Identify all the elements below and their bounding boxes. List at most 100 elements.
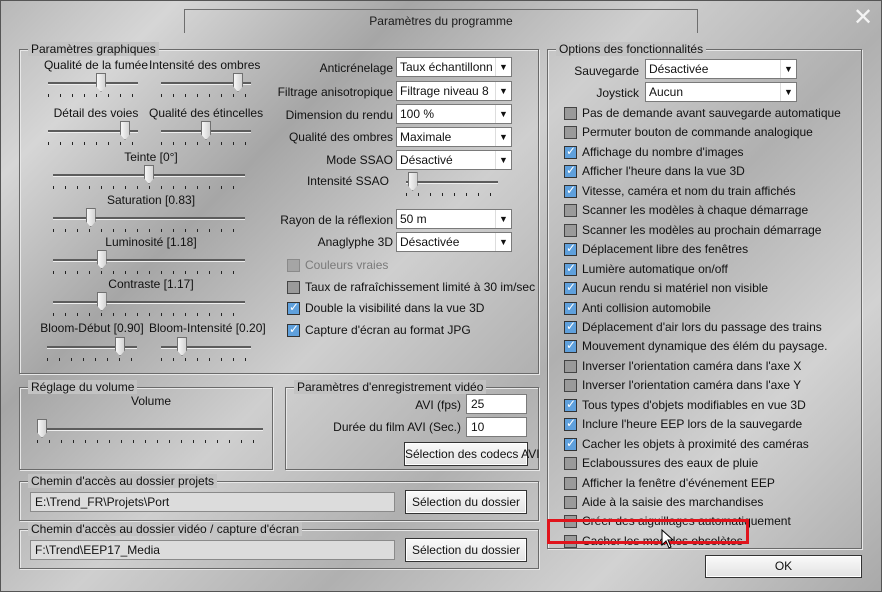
checkbox-label[interactable]: Taux de rafraîchissement limité à 30 im/… xyxy=(305,280,535,294)
save-select[interactable]: Désactivée ▼ xyxy=(645,59,797,79)
checkbox[interactable]: ✓ xyxy=(564,515,577,529)
smoke-quality-slider[interactable] xyxy=(48,73,138,97)
reflection-radius-select[interactable]: 50 m ▼ xyxy=(396,209,512,229)
checkbox-label[interactable]: Cacher les objets à proximité des caméra… xyxy=(582,437,809,451)
shadow-quality-select[interactable]: Maximale ▼ xyxy=(396,127,512,147)
checkbox[interactable]: ✓ xyxy=(564,183,577,198)
checkbox-label[interactable]: Affichage du nombre d'images xyxy=(582,145,744,159)
checkbox-label[interactable]: Double la visibilité dans la vue 3D xyxy=(305,301,484,315)
brightness-slider[interactable] xyxy=(53,250,245,274)
checkbox[interactable]: ✓ xyxy=(564,107,577,120)
bloom-intensity-slider[interactable] xyxy=(161,337,251,361)
video-folder-button[interactable]: Sélection du dossier xyxy=(405,538,527,562)
chevron-down-icon: ▼ xyxy=(495,210,511,228)
antialiasing-select[interactable]: Taux échantillonnage▼ xyxy=(396,57,512,77)
checkbox-label[interactable]: Capture d'écran au format JPG xyxy=(305,323,471,337)
slider-thumb[interactable] xyxy=(37,419,47,438)
checkbox[interactable]: ✓ xyxy=(564,416,577,432)
checkbox-label[interactable]: Scanner les modèles à chaque démarrage xyxy=(582,203,808,217)
checkbox[interactable]: ✓ xyxy=(564,496,577,509)
checkbox[interactable]: ✓ xyxy=(564,359,577,373)
ssao-intensity-slider[interactable] xyxy=(406,172,498,196)
checkbox-label[interactable]: Pas de demande avant sauvegarde automati… xyxy=(582,106,841,120)
ssao-mode-select[interactable]: Désactivé ▼ xyxy=(396,150,512,170)
saturation-slider[interactable] xyxy=(53,208,245,232)
slider-thumb[interactable] xyxy=(120,121,130,140)
checkbox[interactable]: ✓ xyxy=(287,300,300,315)
checkbox[interactable]: ✓ xyxy=(564,280,577,296)
projects-folder-button[interactable]: Sélection du dossier xyxy=(405,490,527,514)
checkbox[interactable]: ✓ xyxy=(564,241,577,257)
slider-thumb[interactable] xyxy=(96,73,106,92)
checkbox[interactable]: ✓ xyxy=(564,126,577,140)
checkbox[interactable]: ✓ xyxy=(564,144,577,159)
shadow-intensity-slider[interactable] xyxy=(161,73,251,97)
slider-thumb[interactable] xyxy=(407,172,418,191)
checkbox-label[interactable]: Inverser l'orientation caméra dans l'axe… xyxy=(582,359,801,373)
checkbox-label[interactable]: Aide à la saisie des marchandises xyxy=(582,495,763,509)
anaglyph-select[interactable]: Désactivée ▼ xyxy=(396,232,512,252)
ok-button[interactable]: OK xyxy=(705,555,862,578)
checkbox[interactable]: ✓ xyxy=(564,204,577,218)
checkbox-label[interactable]: Couleurs vraies xyxy=(305,258,388,272)
slider-thumb[interactable] xyxy=(85,208,96,227)
checkbox[interactable]: ✓ xyxy=(564,319,577,334)
checkbox[interactable]: ✓ xyxy=(564,338,577,354)
bloom-start-slider[interactable] xyxy=(47,337,137,361)
spark-quality-label: Qualité des étincelles xyxy=(149,106,264,120)
checkbox[interactable]: ✓ xyxy=(564,379,577,393)
checkbox-label[interactable]: Afficher l'heure dans la vue 3D xyxy=(582,164,745,178)
slider-thumb[interactable] xyxy=(201,121,211,140)
slider-thumb[interactable] xyxy=(115,337,125,356)
slider-thumb[interactable] xyxy=(96,292,107,311)
checkbox[interactable]: ✓ xyxy=(564,476,577,490)
checkbox[interactable]: ✓ xyxy=(564,223,577,237)
chevron-down-icon: ▼ xyxy=(495,105,511,123)
shadow-quality-label: Qualité des ombres xyxy=(288,130,393,144)
checkbox-label[interactable]: Déplacement libre des fenêtres xyxy=(582,242,748,256)
checkbox-label[interactable]: Vitesse, caméra et nom du train affichés xyxy=(582,184,796,198)
checkbox-label[interactable]: Créer des aiguillages automatiquement xyxy=(582,514,791,528)
checkbox[interactable]: ✓ xyxy=(564,397,577,412)
checkbox-label[interactable]: Déplacement d'air lors du passage des tr… xyxy=(582,320,822,334)
slider-thumb[interactable] xyxy=(96,250,107,269)
contrast-slider[interactable] xyxy=(53,292,245,316)
checkbox-label[interactable]: Afficher la fenêtre d'événement EEP xyxy=(582,476,775,490)
spark-quality-slider[interactable] xyxy=(161,121,251,145)
checkbox[interactable]: ✓ xyxy=(287,322,300,337)
volume-slider[interactable] xyxy=(37,419,263,443)
slider-thumb[interactable] xyxy=(144,165,154,184)
checkbox-label[interactable]: Lumière automatique on/off xyxy=(582,262,728,276)
track-detail-slider[interactable] xyxy=(48,121,138,145)
checkbox[interactable]: ✓ xyxy=(564,163,577,179)
checkbox-label[interactable]: Inverser l'orientation caméra dans l'axe… xyxy=(582,378,801,392)
volume-group-title: Réglage du volume xyxy=(28,380,138,394)
checkbox-label[interactable]: Eclaboussures des eaux de pluie xyxy=(582,456,758,470)
checkbox-label[interactable]: Permuter bouton de commande analogique xyxy=(582,125,813,139)
checkbox-label[interactable]: Inclure l'heure EEP lors de la sauvegard… xyxy=(582,417,802,431)
antialiasing-label: Anticrénelage xyxy=(319,61,393,75)
checkbox[interactable]: ✓ xyxy=(564,300,577,315)
fps-input[interactable]: 25 xyxy=(466,394,527,414)
checkbox-label[interactable]: Scanner les modèles au prochain démarrag… xyxy=(582,223,821,237)
chevron-down-icon: ▼ xyxy=(495,58,511,76)
avi-codec-button[interactable]: Sélection des codecs AVI xyxy=(404,442,540,466)
joystick-select[interactable]: Aucun ▼ xyxy=(645,82,797,102)
checkbox[interactable]: ✓ xyxy=(564,534,577,548)
anisotropic-select[interactable]: Filtrage niveau 8 ▼ xyxy=(396,81,512,101)
slider-thumb[interactable] xyxy=(233,73,243,92)
slider-thumb[interactable] xyxy=(177,337,187,356)
checkbox-label[interactable]: Tous types d'objets modifiables en vue 3… xyxy=(582,398,806,412)
checkbox[interactable]: ✓ xyxy=(564,436,577,451)
checkbox-label[interactable]: Aucun rendu si matériel non visible xyxy=(582,281,768,295)
avi-duration-input[interactable]: 10 xyxy=(466,417,527,437)
checkbox[interactable]: ✓ xyxy=(287,280,300,294)
render-size-select[interactable]: 100 % ▼ xyxy=(396,104,512,124)
checkbox-label[interactable]: Mouvement dynamique des élém du paysage. xyxy=(582,339,827,353)
checkbox[interactable]: ✓ xyxy=(564,261,577,276)
checkbox[interactable]: ✓ xyxy=(564,457,577,471)
close-icon[interactable]: ✕ xyxy=(851,6,875,31)
checkbox-label[interactable]: Anti collision automobile xyxy=(582,301,711,315)
video-path-title: Chemin d'accès au dossier vidéo / captur… xyxy=(28,522,303,536)
hue-slider[interactable] xyxy=(53,165,245,189)
